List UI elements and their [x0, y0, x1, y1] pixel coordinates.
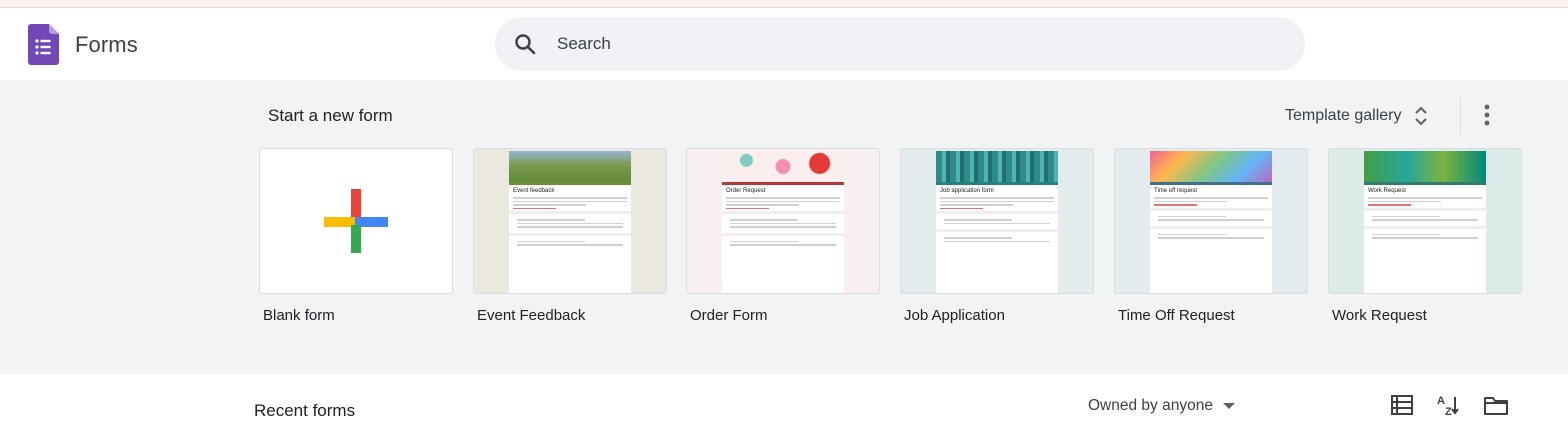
template-order-form[interactable]: Order Request Order Form: [686, 148, 880, 324]
folder-icon[interactable]: [1483, 392, 1509, 418]
plus-icon: [324, 189, 388, 253]
sort-az-icon[interactable]: A Z: [1436, 392, 1462, 418]
template-work-request[interactable]: Work Request Work Request: [1328, 148, 1522, 324]
template-label: Work Request: [1332, 307, 1427, 324]
search-input[interactable]: [557, 17, 1277, 71]
start-new-form-heading: Start a new form: [268, 106, 393, 125]
toolbar-divider: [1460, 98, 1461, 134]
template-gallery-label: Template gallery: [1285, 107, 1402, 124]
template-label: Blank form: [263, 307, 335, 324]
template-blank-form[interactable]: Blank form: [259, 148, 453, 324]
template-thumbnail[interactable]: Event feedback: [473, 148, 667, 294]
caret-down-icon: [1222, 403, 1235, 409]
template-time-off-request[interactable]: Time off request Time Off Request: [1114, 148, 1308, 324]
template-label: Job Application: [904, 307, 1005, 324]
template-thumbnail[interactable]: Time off request: [1114, 148, 1308, 294]
top-notice-strip: [0, 0, 1568, 8]
template-gallery-button[interactable]: Template gallery: [1285, 102, 1428, 130]
svg-text:Z: Z: [1445, 406, 1452, 418]
thumb-title: Job application form: [940, 188, 994, 194]
template-label: Time Off Request: [1118, 307, 1235, 324]
owner-filter-label: Owned by anyone: [1088, 397, 1213, 414]
thumb-title: Event feedback: [513, 188, 555, 194]
thumb-title: Time off request: [1154, 188, 1198, 194]
template-label: Event Feedback: [477, 307, 586, 324]
search-icon[interactable]: [513, 32, 537, 56]
thumb-title: Work Request: [1368, 188, 1406, 194]
owner-filter-dropdown[interactable]: Owned by anyone: [1088, 397, 1235, 415]
svg-text:A: A: [1437, 395, 1445, 407]
template-gallery-section: Start a new form Template gallery Blank …: [0, 80, 1568, 374]
template-job-application[interactable]: Job application form Job Application: [900, 148, 1094, 324]
template-event-feedback[interactable]: Event feedback Event Feedback: [473, 148, 667, 324]
template-label: Order Form: [690, 307, 768, 324]
more-vert-icon[interactable]: [1476, 100, 1498, 130]
template-thumbnail[interactable]: [259, 148, 453, 294]
template-thumbnail[interactable]: Work Request: [1328, 148, 1522, 294]
list-view-icon[interactable]: [1389, 392, 1415, 418]
recent-forms-heading: Recent forms: [254, 401, 356, 420]
unfold-icon: [1414, 106, 1427, 126]
template-thumbnail[interactable]: Order Request: [686, 148, 880, 294]
app-title[interactable]: Forms: [75, 32, 138, 58]
thumb-title: Order Request: [726, 188, 766, 194]
search-bar[interactable]: [495, 17, 1305, 71]
template-thumbnail[interactable]: Job application form: [900, 148, 1094, 294]
app-header: Forms: [0, 8, 1568, 80]
forms-logo-icon[interactable]: [28, 24, 59, 65]
